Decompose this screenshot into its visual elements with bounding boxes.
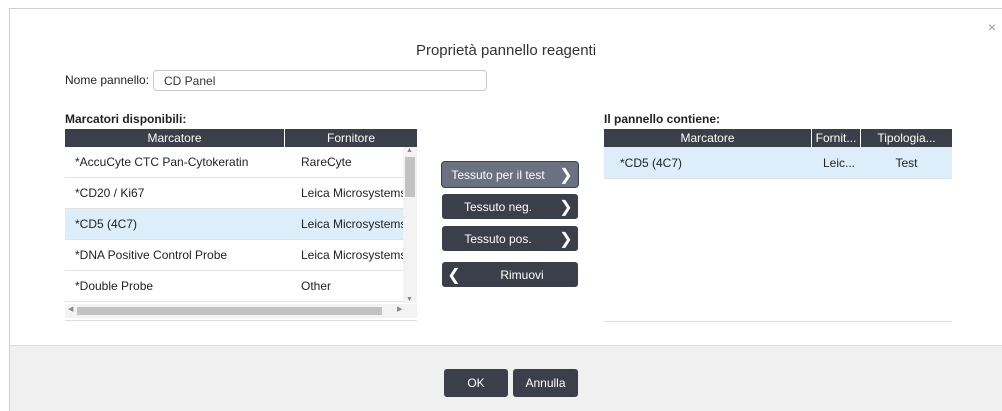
- supplier-cell: RareCyte: [301, 155, 352, 169]
- horizontal-scrollbar[interactable]: ◀ ▶: [65, 304, 417, 318]
- marker-cell: *Double Probe: [75, 279, 154, 293]
- button-label: Tessuto pos.: [464, 231, 532, 246]
- column-header-supplier[interactable]: Fornit...: [812, 129, 861, 147]
- chevron-right-icon: ❯: [559, 198, 573, 216]
- button-label: Tessuto neg.: [463, 199, 533, 214]
- table-row[interactable]: *Double Probe Other: [65, 271, 403, 302]
- marker-cell: *CD20 / Ki67: [75, 186, 145, 200]
- table-header: Marcatore Fornit... Tipologia...: [604, 129, 952, 147]
- available-markers-label: Marcatori disponibili:: [65, 112, 187, 126]
- marker-cell: *CD5 (4C7): [75, 217, 138, 231]
- scroll-right-icon[interactable]: ▶: [397, 305, 402, 313]
- vertical-scrollbar[interactable]: ▲ ▼: [403, 147, 417, 303]
- add-neg-tissue-button[interactable]: Tessuto neg. ❯: [442, 194, 578, 219]
- chevron-right-icon: ❯: [559, 166, 573, 184]
- button-label: Rimuovi: [500, 267, 544, 282]
- supplier-cell: Leica Microsystems: [301, 248, 403, 262]
- scrollbar-thumb[interactable]: [77, 307, 382, 315]
- supplier-cell: Other: [301, 279, 332, 293]
- table-row[interactable]: *DNA Positive Control Probe Leica Micros…: [65, 240, 403, 271]
- column-header-supplier[interactable]: Fornitore: [285, 129, 417, 147]
- marker-cell: *DNA Positive Control Probe: [75, 248, 228, 262]
- supplier-cell: Leic...: [822, 156, 855, 170]
- panel-contains-table: Marcatore Fornit... Tipologia... *CD5 (4…: [604, 129, 952, 322]
- table-header: Marcatore Fornitore: [65, 129, 417, 147]
- supplier-cell: Leica Microsystems: [301, 217, 403, 231]
- chevron-right-icon: ❯: [559, 230, 573, 248]
- scrollbar-thumb[interactable]: [405, 157, 415, 197]
- panel-name-label: Nome pannello:: [65, 73, 150, 87]
- remove-button[interactable]: ❮ Rimuovi: [442, 262, 578, 287]
- chevron-left-icon: ❮: [447, 266, 461, 284]
- scroll-left-icon[interactable]: ◀: [68, 305, 73, 313]
- column-header-type[interactable]: Tipologia...: [861, 129, 952, 147]
- available-markers-table: Marcatore Fornitore *AccuCyte CTC Pan-Cy…: [65, 129, 417, 321]
- scroll-up-icon[interactable]: ▲: [406, 147, 413, 154]
- ok-button[interactable]: OK: [444, 369, 508, 397]
- button-label: Tessuto per il test: [451, 167, 545, 182]
- panel-contains-label: Il pannello contiene:: [604, 112, 721, 126]
- close-icon[interactable]: ×: [988, 19, 996, 35]
- scroll-down-icon[interactable]: ▼: [406, 296, 413, 303]
- marker-cell: *AccuCyte CTC Pan-Cytokeratin: [75, 155, 249, 169]
- add-test-tissue-button[interactable]: Tessuto per il test ❯: [442, 162, 578, 187]
- column-header-marker[interactable]: Marcatore: [65, 129, 285, 147]
- add-pos-tissue-button[interactable]: Tessuto pos. ❯: [442, 226, 578, 251]
- cancel-button[interactable]: Annulla: [513, 369, 578, 397]
- available-rows: *AccuCyte CTC Pan-Cytokeratin RareCyte *…: [65, 147, 403, 303]
- table-row-selected[interactable]: *CD5 (4C7) Leica Microsystems: [65, 209, 403, 240]
- table-row[interactable]: *CD20 / Ki67 Leica Microsystems: [65, 178, 403, 209]
- dialog-title: Proprietà pannello reagenti: [415, 42, 597, 59]
- table-row[interactable]: *AccuCyte CTC Pan-Cytokeratin RareCyte: [65, 147, 403, 178]
- reagent-panel-dialog: × Proprietà pannello reagenti Nome panne…: [9, 8, 1002, 411]
- table-row-selected[interactable]: *CD5 (4C7) Leic... Test: [604, 147, 952, 179]
- panel-name-input[interactable]: [153, 70, 487, 91]
- column-header-marker[interactable]: Marcatore: [604, 129, 812, 147]
- type-cell: Test: [895, 156, 918, 170]
- supplier-cell: Leica Microsystems: [301, 186, 403, 200]
- marker-cell: *CD5 (4C7): [620, 156, 683, 170]
